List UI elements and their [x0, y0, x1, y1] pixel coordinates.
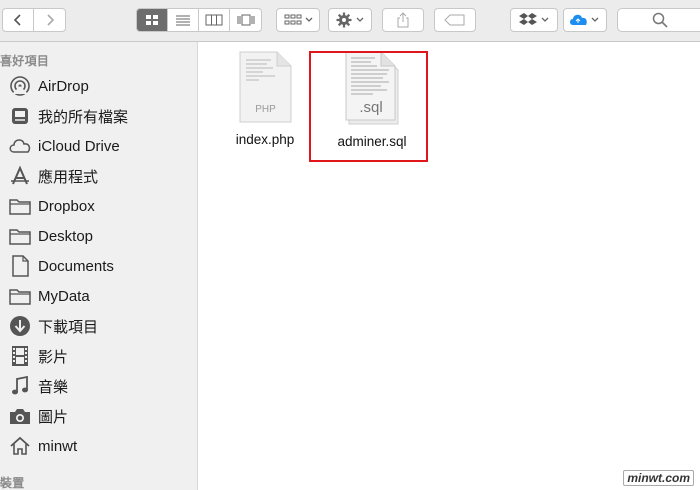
sidebar-item-label: Documents: [38, 257, 114, 275]
tags-button[interactable]: [434, 8, 476, 32]
all-files-icon: [8, 105, 32, 127]
tag-icon: [444, 14, 465, 26]
film-icon: [8, 345, 32, 367]
folder-icon: [8, 195, 32, 217]
favorites-header: 喜好項目: [0, 54, 50, 68]
sidebar-item-label: Dropbox: [38, 197, 95, 215]
sidebar-item-airdrop[interactable]: AirDrop: [8, 73, 89, 99]
sidebar-item-label: 影片: [38, 348, 69, 366]
icloud-button[interactable]: [563, 8, 607, 32]
sidebar-item-label: 下載項目: [38, 318, 99, 336]
nav-buttons: [2, 8, 66, 32]
sidebar-item-label: AirDrop: [38, 77, 89, 95]
arrange-button[interactable]: [276, 8, 320, 32]
forward-button[interactable]: [34, 9, 65, 31]
sidebar-item-all-files[interactable]: 我的所有檔案: [8, 103, 128, 129]
share-icon: [397, 12, 409, 28]
applications-icon: [8, 165, 32, 187]
highlight-box: [309, 51, 428, 162]
column-view-icon: [205, 14, 223, 26]
sidebar-item-documents[interactable]: Documents: [8, 253, 114, 279]
file-name: index.php: [235, 132, 295, 147]
php-file-icon: PHP: [239, 51, 292, 123]
action-button[interactable]: [328, 8, 372, 32]
sidebar-item-label: MyData: [38, 287, 90, 305]
cloud-icon: [8, 135, 32, 157]
chevron-left-icon: [13, 14, 21, 26]
icon-view-button[interactable]: [137, 9, 168, 31]
cover-flow-view-button[interactable]: [230, 9, 261, 31]
php-badge: PHP: [255, 104, 276, 115]
arrange-icon: [284, 14, 313, 25]
sidebar-item-home[interactable]: minwt: [8, 433, 77, 459]
search-icon: [652, 12, 668, 28]
file-item-index-php[interactable]: PHP index.php: [233, 50, 297, 147]
folder-icon: [8, 225, 32, 247]
sidebar-item-applications[interactable]: 應用程式: [8, 163, 98, 189]
sidebar-item-desktop[interactable]: Desktop: [8, 223, 93, 249]
share-button[interactable]: [382, 8, 424, 32]
column-view-button[interactable]: [199, 9, 230, 31]
icon-view-icon: [146, 15, 158, 25]
devices-header: 裝置: [0, 476, 25, 490]
icloud-icon: [570, 14, 599, 25]
file-browser: PHP index.php .sql adminer.sql: [198, 42, 700, 490]
sidebar-item-label: 我的所有檔案: [38, 108, 129, 126]
airdrop-icon: [8, 75, 32, 97]
home-icon: [8, 435, 32, 457]
sidebar-item-dropbox[interactable]: Dropbox: [8, 193, 95, 219]
sidebar-item-label: 應用程式: [38, 168, 99, 186]
sidebar-item-label: 圖片: [38, 408, 69, 426]
toolbar: [0, 0, 700, 42]
gear-icon: [336, 12, 364, 28]
sidebar: 喜好項目 AirDrop 我的所有檔案 iCloud Drive 應用程式 Dr…: [0, 42, 198, 490]
download-icon: [8, 315, 32, 337]
sidebar-item-mydata[interactable]: MyData: [8, 283, 90, 309]
sidebar-item-label: 音樂: [38, 378, 69, 396]
sidebar-item-icloud-drive[interactable]: iCloud Drive: [8, 133, 120, 159]
list-view-icon: [176, 15, 190, 26]
dropbox-button[interactable]: [510, 8, 558, 32]
view-mode-group: [136, 8, 262, 32]
watermark: minwt.com: [623, 470, 694, 486]
camera-icon: [8, 405, 32, 427]
cover-flow-icon: [237, 14, 254, 26]
sidebar-item-music[interactable]: 音樂: [8, 373, 68, 399]
sidebar-item-label: iCloud Drive: [38, 137, 120, 155]
sidebar-item-movies[interactable]: 影片: [8, 343, 68, 369]
list-view-button[interactable]: [168, 9, 199, 31]
sidebar-item-pictures[interactable]: 圖片: [8, 403, 68, 429]
document-icon: [8, 255, 32, 277]
back-button[interactable]: [3, 9, 34, 31]
search-field[interactable]: [617, 8, 700, 32]
sidebar-item-label: Desktop: [38, 227, 94, 245]
chevron-right-icon: [46, 14, 54, 26]
sidebar-item-label: minwt: [38, 437, 78, 455]
dropbox-icon: [519, 13, 549, 25]
folder-icon: [8, 285, 32, 307]
sidebar-item-downloads[interactable]: 下載項目: [8, 313, 98, 339]
music-icon: [8, 375, 32, 397]
